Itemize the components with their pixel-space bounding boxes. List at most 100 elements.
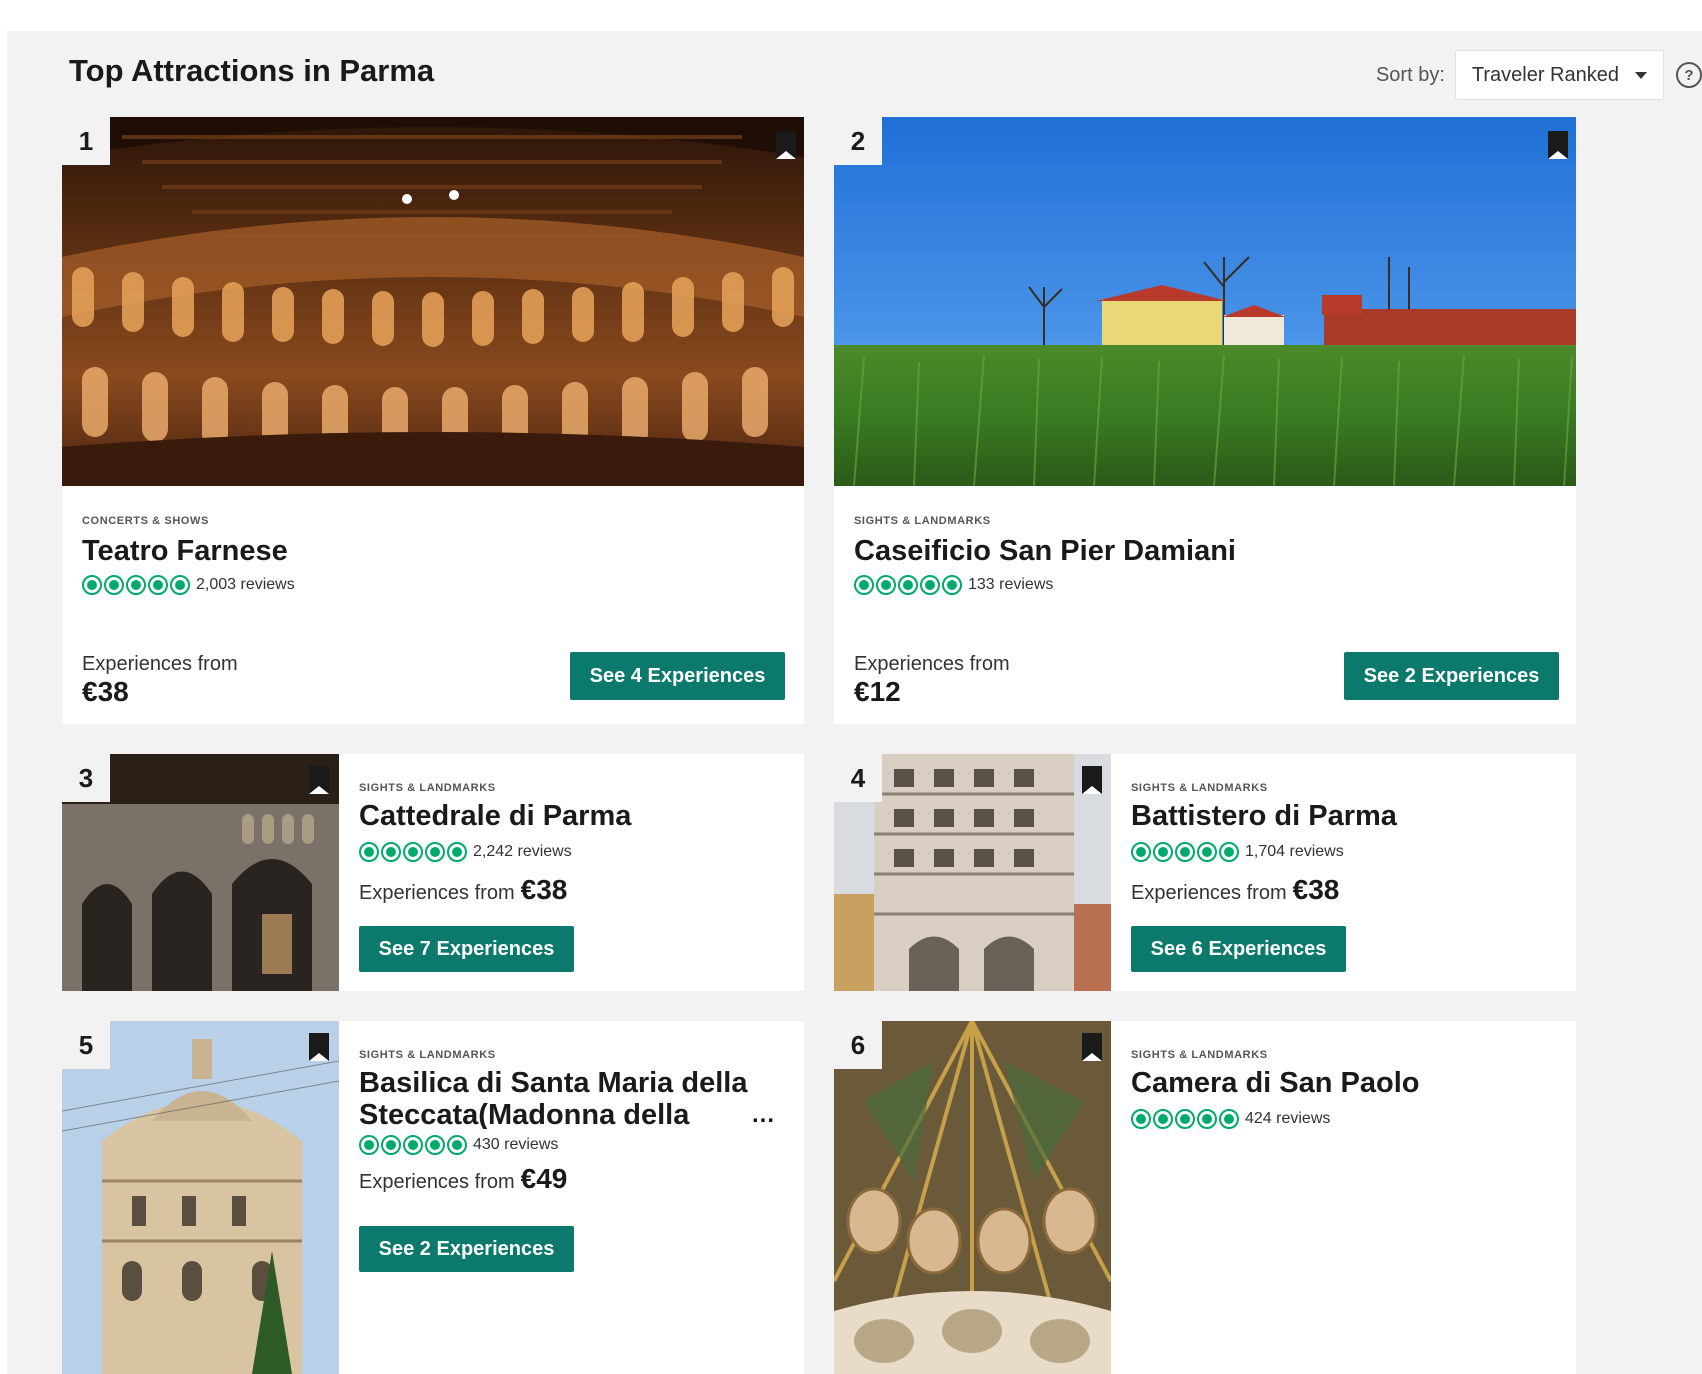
teatro-farnese-image (62, 117, 804, 486)
camera-san-paolo-image (834, 1021, 1111, 1374)
rating-bubble-icon (1153, 1109, 1173, 1129)
rating-bubble-icon (1175, 1109, 1195, 1129)
bookmark-icon[interactable] (309, 1033, 329, 1061)
review-count[interactable]: 2,242 reviews (473, 843, 572, 861)
see-experiences-button[interactable]: See 2 Experiences (1344, 652, 1559, 700)
rating-bubble-icon (1197, 1109, 1217, 1129)
attraction-name[interactable]: Camera di San Paolo (1131, 1067, 1420, 1099)
attraction-photo[interactable] (834, 117, 1576, 486)
see-experiences-button[interactable]: See 4 Experiences (570, 652, 785, 700)
more-icon[interactable]: ... (752, 1101, 775, 1129)
rating-bubble-icon (1219, 842, 1239, 862)
review-count[interactable]: 133 reviews (968, 576, 1053, 594)
page-title: Top Attractions in Parma (69, 53, 435, 88)
rating-bubbles: 2,003 reviews (82, 575, 295, 595)
rating-bubble-icon (104, 575, 124, 595)
category-label: SIGHTS & LANDMARKS (1131, 1049, 1268, 1061)
rank-badge: 4 (834, 754, 882, 802)
attraction-card-3[interactable]: 3 SIGHTS & LANDMARKS Cattedrale di Parma (62, 754, 804, 991)
rating-bubble-icon (170, 575, 190, 595)
rating-bubble-icon (876, 575, 896, 595)
sort-label: Sort by: (1375, 63, 1445, 86)
bookmark-icon[interactable] (776, 131, 796, 159)
attraction-card-4[interactable]: 4 SIGHTS & LANDMARKS Battistero di Parma… (834, 754, 1576, 991)
rating-bubble-icon (403, 842, 423, 862)
category-label: SIGHTS & LANDMARKS (359, 1049, 496, 1061)
price: €49 (520, 1163, 568, 1194)
rating-bubble-icon (1219, 1109, 1239, 1129)
category-label: CONCERTS & SHOWS (82, 515, 209, 527)
attraction-card-5[interactable]: 5 SIGHTS & LANDMARKS Basilica di Santa M… (62, 1021, 804, 1374)
review-count[interactable]: 2,003 reviews (196, 576, 295, 594)
category-label: SIGHTS & LANDMARKS (359, 782, 496, 794)
see-experiences-button[interactable]: See 2 Experiences (359, 1226, 574, 1272)
rating-bubbles: 2,242 reviews (359, 842, 631, 862)
rating-bubble-icon (82, 575, 102, 595)
price: €12 (854, 676, 901, 707)
rank-badge: 3 (62, 754, 110, 802)
rating-bubble-icon (425, 1135, 445, 1155)
basilica-steccata-image (62, 1021, 339, 1374)
rating-bubble-icon (942, 575, 962, 595)
price: €38 (82, 676, 129, 707)
rank-badge: 5 (62, 1021, 110, 1069)
attraction-name-line: Steccata(Madonna della (359, 1099, 690, 1129)
rating-bubble-icon (447, 842, 467, 862)
sort-control: Sort by: Traveler Ranked ? (1376, 50, 1702, 100)
rating-bubble-icon (381, 1135, 401, 1155)
rating-bubble-icon (1197, 842, 1217, 862)
rating-bubble-icon (920, 575, 940, 595)
rating-bubble-icon (1175, 842, 1195, 862)
rating-bubble-icon (403, 1135, 423, 1155)
experiences-label: Experiences from (359, 882, 515, 904)
attraction-card-6[interactable]: 6 SIGHTS & LANDMARKS Camera di San Paolo… (834, 1021, 1576, 1374)
sort-dropdown[interactable]: Traveler Ranked (1454, 50, 1664, 100)
rating-bubble-icon (898, 575, 918, 595)
price: €38 (520, 874, 568, 905)
rating-bubbles: 1,704 reviews (1131, 842, 1397, 862)
see-experiences-button[interactable]: See 6 Experiences (1131, 926, 1346, 972)
experiences-label: Experiences from (82, 653, 238, 675)
attraction-name[interactable]: Battistero di Parma (1131, 800, 1397, 832)
rating-bubble-icon (126, 575, 146, 595)
rating-bubbles: 133 reviews (854, 575, 1236, 595)
rating-bubble-icon (148, 575, 168, 595)
rank-badge: 6 (834, 1021, 882, 1069)
attractions-section: Top Attractions in Parma Sort by: Travel… (7, 31, 1702, 1374)
attraction-photo[interactable] (834, 1021, 1111, 1374)
rating-bubbles: 424 reviews (1131, 1109, 1420, 1129)
attraction-photo[interactable] (62, 1021, 339, 1374)
attraction-name[interactable]: Cattedrale di Parma (359, 800, 631, 832)
attraction-name[interactable]: Basilica di Santa Maria della Steccata(M… (359, 1067, 779, 1129)
see-experiences-button[interactable]: See 7 Experiences (359, 926, 574, 972)
experiences-label: Experiences from (1131, 882, 1287, 904)
category-label: SIGHTS & LANDMARKS (854, 515, 991, 527)
rating-bubble-icon (425, 842, 445, 862)
rating-bubble-icon (359, 842, 379, 862)
help-icon[interactable]: ? (1676, 62, 1702, 88)
review-count[interactable]: 430 reviews (473, 1136, 558, 1154)
review-count[interactable]: 424 reviews (1245, 1110, 1330, 1128)
attraction-name[interactable]: Caseificio San Pier Damiani (854, 535, 1236, 567)
rating-bubble-icon (1131, 1109, 1151, 1129)
rating-bubbles: 430 reviews (359, 1135, 779, 1155)
rating-bubble-icon (359, 1135, 379, 1155)
rank-badge: 2 (834, 117, 882, 165)
attraction-card-2[interactable]: 2 SIGHTS & LANDMARKS Caseificio San Pier… (834, 117, 1576, 724)
rating-bubble-icon (1153, 842, 1173, 862)
bookmark-icon[interactable] (1548, 131, 1568, 159)
rating-bubble-icon (447, 1135, 467, 1155)
review-count[interactable]: 1,704 reviews (1245, 843, 1344, 861)
bookmark-icon[interactable] (1082, 766, 1102, 794)
rank-badge: 1 (62, 117, 110, 165)
caseificio-image (834, 117, 1576, 486)
attraction-name[interactable]: Teatro Farnese (82, 535, 295, 567)
experiences-label: Experiences from (359, 1171, 515, 1193)
bookmark-icon[interactable] (1082, 1033, 1102, 1061)
category-label: SIGHTS & LANDMARKS (1131, 782, 1268, 794)
bookmark-icon[interactable] (309, 766, 329, 794)
attraction-name-line: Basilica di Santa Maria della (359, 1067, 748, 1099)
attraction-card-1[interactable]: 1 CONCERTS & SHOWS Teatro Farnese 2,003 … (62, 117, 804, 724)
attraction-photo[interactable] (62, 117, 804, 486)
rating-bubble-icon (854, 575, 874, 595)
